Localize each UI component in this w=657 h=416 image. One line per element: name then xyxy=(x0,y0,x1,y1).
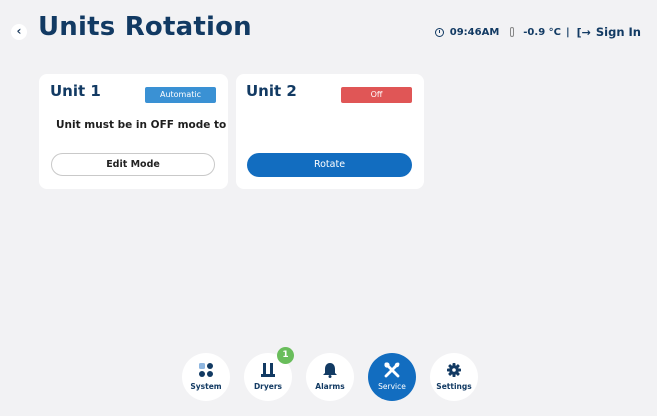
bottom-nav: System Dryers 1 Alarms Service Settings xyxy=(182,347,478,401)
notification-badge: 1 xyxy=(277,347,294,364)
clock-icon xyxy=(434,27,444,37)
unit-title: Unit 2 xyxy=(246,82,297,100)
nav-label: Service xyxy=(378,382,406,391)
nav-label: System xyxy=(190,382,222,391)
tools-icon xyxy=(384,362,400,378)
page-title: Units Rotation xyxy=(38,12,252,42)
sign-in-link[interactable]: Sign In xyxy=(596,25,641,39)
unit-title: Unit 1 xyxy=(50,82,101,100)
nav-item-alarms[interactable]: Alarms xyxy=(306,353,354,401)
nav-label: Alarms xyxy=(315,382,345,391)
status-badge: Automatic xyxy=(145,87,216,103)
gear-icon xyxy=(447,362,461,378)
bell-icon xyxy=(323,362,337,378)
nav-item-dryers[interactable]: Dryers 1 xyxy=(244,347,294,401)
nav-label: Settings xyxy=(436,382,472,391)
nav-item-service[interactable]: Service xyxy=(368,353,416,401)
temperature-display: -0.9 °C xyxy=(523,26,561,38)
edit-mode-button[interactable]: Edit Mode xyxy=(51,153,215,176)
grid-icon xyxy=(199,362,213,378)
header-separator: | xyxy=(565,26,570,38)
nav-label: Dryers xyxy=(253,382,283,391)
rotate-button[interactable]: Rotate xyxy=(247,153,412,177)
unit-message: Unit must be in OFF mode to rotate xyxy=(56,119,228,131)
sign-in-icon[interactable]: [→ xyxy=(577,26,591,39)
time-display: 09:46AM xyxy=(449,26,500,38)
status-badge: Off xyxy=(341,87,412,103)
header-status: 09:46AM -0.9 °C | [→ Sign In xyxy=(434,25,641,39)
chevron-left-icon: ‹ xyxy=(16,24,22,38)
unit-card-2: Unit 2 Off Rotate xyxy=(236,74,424,189)
back-button[interactable]: ‹ xyxy=(11,24,27,40)
nav-item-settings[interactable]: Settings xyxy=(430,353,478,401)
thermometer-icon xyxy=(510,27,515,37)
nav-item-system[interactable]: System xyxy=(182,353,230,401)
unit-card-1: Unit 1 Automatic Unit must be in OFF mod… xyxy=(39,74,228,189)
dryers-icon xyxy=(261,362,275,378)
